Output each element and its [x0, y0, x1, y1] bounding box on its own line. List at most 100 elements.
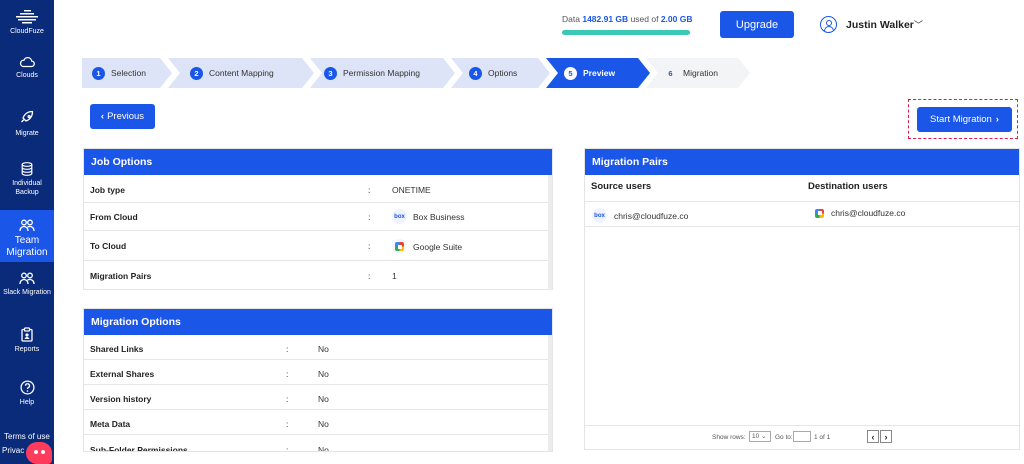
chevron-down-icon[interactable]: ﹀: [914, 18, 923, 31]
google-suite-logo-icon: [392, 239, 407, 254]
row-key: To Cloud: [90, 241, 127, 251]
rows-per-page-select[interactable]: 10 ⌄: [749, 431, 771, 442]
previous-button[interactable]: ‹ Previous: [90, 104, 155, 129]
sidebar-item-label: Individual Backup: [12, 180, 42, 196]
kv-row: Meta Data : No: [84, 410, 552, 435]
row-value: No: [318, 369, 329, 379]
sidebar-item-label: Reports: [14, 346, 40, 353]
page-info: 1 of 1: [814, 434, 831, 441]
go-to-label: Go to:: [775, 434, 793, 441]
terms-link[interactable]: Terms of use: [4, 432, 50, 441]
user-name[interactable]: Justin Walker: [846, 19, 914, 31]
kv-row: Migration Pairs : 1: [84, 261, 552, 289]
row-value: No: [318, 394, 329, 404]
job-options-panel: Job Options Job type : ONETIME From Clou…: [83, 148, 553, 290]
row-value: No: [318, 344, 329, 354]
rocket-icon: [21, 110, 34, 123]
panel-title: Migration Options: [84, 309, 552, 335]
kv-row: Job type : ONETIME: [84, 175, 552, 203]
step-label: Permission Mapping: [343, 68, 421, 78]
sidebar-item-label: Slack Migration: [3, 289, 51, 296]
scrollbar[interactable]: [548, 175, 552, 290]
sidebar-item-clouds[interactable]: Clouds: [0, 56, 54, 80]
step-content-mapping[interactable]: 2 Content Mapping: [168, 58, 314, 88]
destination-users-header: Destination users: [808, 181, 888, 192]
row-separator: :: [286, 419, 289, 429]
data-total-value: 2.00 GB: [660, 14, 693, 24]
usage-progress-fill: [562, 30, 690, 35]
data-used-value: 1482.91 GB: [582, 14, 629, 24]
table-row: box chris@cloudfuze.co chris@cloudfuze.c…: [585, 201, 1019, 227]
team-icon: [19, 219, 35, 232]
source-user-cell: box chris@cloudfuze.co: [592, 208, 688, 223]
row-separator: :: [286, 369, 289, 379]
go-to-page-input[interactable]: [793, 431, 811, 442]
start-migration-button[interactable]: Start Migration ›: [917, 107, 1012, 132]
row-key: Shared Links: [90, 344, 144, 354]
database-icon: [21, 162, 33, 176]
sidebar-item-reports[interactable]: Reports: [0, 327, 54, 354]
chevron-right-icon: ›: [995, 114, 999, 125]
panel-title: Migration Pairs: [585, 149, 1019, 175]
row-separator: :: [286, 445, 289, 452]
row-key: Migration Pairs: [90, 271, 152, 281]
kv-row: From Cloud : box Box Business: [84, 203, 552, 231]
sidebar-item-individual-backup[interactable]: Individual Backup: [0, 162, 54, 197]
row-key: Sub-Folder Permissions: [90, 445, 188, 452]
migration-stepper: 1 Selection 2 Content Mapping 3 Permissi…: [82, 58, 752, 88]
sidebar: CloudFuze Clouds Migrate Individual Back…: [0, 0, 54, 464]
chevron-down-icon: ⌄: [761, 433, 767, 440]
row-key: From Cloud: [90, 212, 138, 222]
prev-page-button[interactable]: ‹: [867, 430, 879, 443]
step-label: Preview: [583, 68, 616, 78]
cloudfuze-logo-icon: [16, 10, 38, 24]
google-suite-logo-icon: [815, 208, 824, 218]
row-separator: :: [286, 394, 289, 404]
data-usage-middle: used of: [630, 14, 659, 24]
sidebar-item-slack-migration[interactable]: Slack Migration: [0, 272, 54, 297]
step-number: 5: [564, 67, 577, 80]
step-number: 6: [668, 68, 673, 78]
row-key: Meta Data: [90, 419, 131, 429]
user-avatar-icon[interactable]: [820, 16, 837, 33]
sidebar-item-help[interactable]: Help: [0, 380, 54, 407]
row-value: ONETIME: [392, 185, 431, 195]
destination-user-email: chris@cloudfuze.co: [831, 208, 906, 218]
step-options[interactable]: 4 Options: [451, 58, 550, 88]
data-usage-prefix: Data: [562, 14, 580, 24]
step-migration[interactable]: 6 Migration: [646, 58, 750, 88]
row-value: box Box Business: [392, 209, 465, 224]
step-selection[interactable]: 1 Selection: [82, 58, 172, 88]
next-page-button[interactable]: ›: [880, 430, 892, 443]
step-number: 4: [469, 67, 482, 80]
box-logo-icon: box: [392, 209, 407, 224]
privacy-link[interactable]: Privac: [2, 446, 24, 455]
to-cloud-name: Google Suite: [413, 241, 463, 252]
scrollbar[interactable]: [548, 335, 552, 451]
sidebar-item-team-migration[interactable]: Team Migration: [0, 210, 54, 262]
step-label: Selection: [111, 68, 146, 78]
migration-pairs-panel: Migration Pairs Source users Destination…: [584, 148, 1020, 450]
row-key: External Shares: [90, 369, 155, 379]
usage-progress-bar: [562, 30, 690, 35]
panel-title: Job Options: [84, 149, 552, 175]
step-preview[interactable]: 5 Preview: [546, 58, 650, 88]
row-value: Google Suite: [392, 239, 462, 254]
sidebar-item-label: Team Migration: [6, 235, 48, 258]
chat-widget-icon[interactable]: [26, 442, 52, 464]
brand-logo[interactable]: CloudFuze: [0, 4, 54, 46]
sidebar-item-label: Help: [19, 399, 35, 406]
destination-user-cell: chris@cloudfuze.co: [815, 208, 905, 218]
row-value: No: [318, 419, 329, 429]
step-permission-mapping[interactable]: 3 Permission Mapping: [310, 58, 455, 88]
cloud-icon: [19, 56, 35, 68]
box-logo-icon: box: [592, 208, 607, 223]
row-value: No: [318, 445, 329, 452]
row-separator: :: [286, 344, 289, 354]
kv-row: Sub-Folder Permissions : No: [84, 435, 552, 452]
upgrade-button[interactable]: Upgrade: [720, 11, 794, 38]
row-value: 1: [392, 271, 397, 281]
row-separator: :: [368, 185, 371, 195]
sidebar-item-migrate[interactable]: Migrate: [0, 110, 54, 138]
row-separator: :: [368, 241, 371, 251]
